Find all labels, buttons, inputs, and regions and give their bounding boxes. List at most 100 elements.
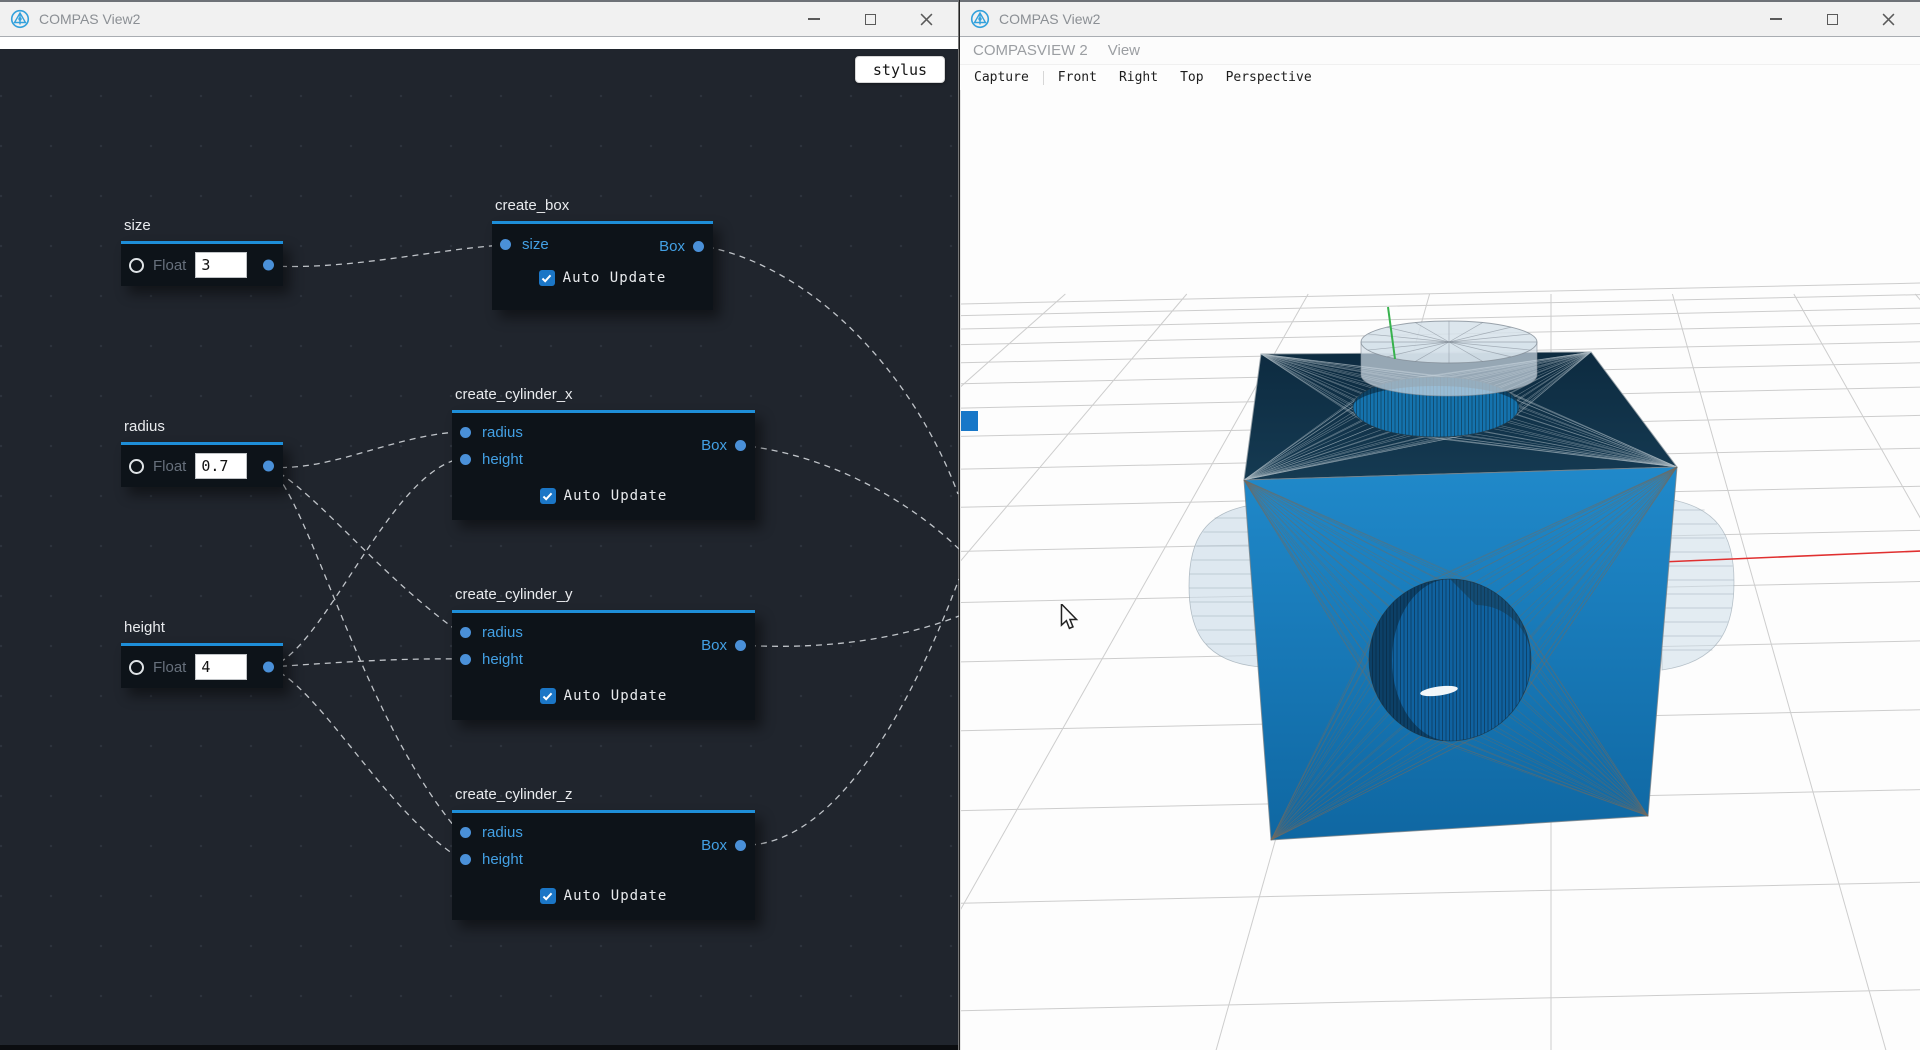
- viewport-corner-fragment: [961, 411, 978, 431]
- minimize-button[interactable]: [1748, 2, 1804, 36]
- node-title: create_cylinder_z: [455, 786, 755, 806]
- output-label: Box: [701, 837, 727, 854]
- port-type-label: Float: [153, 458, 186, 475]
- edge-cylx-out: [739, 445, 959, 549]
- auto-update-checkbox[interactable]: [540, 688, 556, 704]
- menu-view[interactable]: View: [1108, 42, 1140, 59]
- auto-update-label: Auto Update: [564, 688, 668, 704]
- desktop: COMPAS View2: [0, 0, 1920, 1050]
- window-node-editor: COMPAS View2: [0, 0, 959, 1050]
- input-label: height: [482, 451, 523, 468]
- minimize-icon: [1770, 18, 1782, 20]
- node-title: size: [124, 217, 283, 237]
- auto-update-checkbox[interactable]: [539, 270, 555, 286]
- port-type-label: Float: [153, 659, 186, 676]
- node-create-cylinder-x[interactable]: create_cylinder_x radius height Box: [452, 386, 755, 520]
- input-port[interactable]: [460, 627, 471, 638]
- editor-top-strip: [0, 37, 958, 49]
- edge-height-to-cylz: [270, 667, 459, 858]
- input-port[interactable]: [460, 654, 471, 665]
- maximize-button[interactable]: [842, 2, 898, 36]
- viewport-3d[interactable]: [960, 90, 1920, 1050]
- node-create-box[interactable]: create_box size Box Auto Update: [492, 197, 713, 310]
- value-input[interactable]: [195, 453, 247, 479]
- node-canvas[interactable]: stylus size Float radius Float: [0, 49, 958, 1050]
- input-label: height: [482, 651, 523, 668]
- edge-height-to-cylx: [270, 459, 459, 667]
- node-create-cylinder-z[interactable]: create_cylinder_z radius height Box: [452, 786, 755, 920]
- minimize-icon: [808, 18, 820, 20]
- node-title: height: [124, 619, 283, 639]
- check-icon: [541, 274, 552, 283]
- port-type-label: Float: [153, 257, 186, 274]
- input-label: size: [522, 236, 549, 253]
- toolbar-divider: [1043, 71, 1044, 85]
- auto-update-label: Auto Update: [563, 270, 667, 286]
- edge-cylz-out: [739, 579, 959, 845]
- input-port[interactable]: [460, 854, 471, 865]
- maximize-icon: [1827, 14, 1838, 25]
- output-port[interactable]: [735, 440, 746, 451]
- menu-compasview2[interactable]: COMPASVIEW 2: [973, 42, 1088, 59]
- edge-cyly-out: [739, 616, 959, 646]
- node-create-cylinder-y[interactable]: create_cylinder_y radius height Box: [452, 586, 755, 720]
- edge-height-to-cyly: [270, 659, 459, 667]
- close-icon: [1882, 13, 1895, 26]
- output-label: Box: [659, 238, 685, 255]
- maximize-button[interactable]: [1804, 2, 1860, 36]
- stylus-button[interactable]: stylus: [855, 56, 945, 83]
- input-port[interactable]: [129, 660, 144, 675]
- node-title: radius: [124, 418, 283, 438]
- auto-update-label: Auto Update: [564, 888, 668, 904]
- right-view-button[interactable]: Right: [1119, 70, 1158, 85]
- menubar: COMPASVIEW 2 View: [960, 37, 1920, 65]
- input-port[interactable]: [500, 239, 511, 250]
- input-port[interactable]: [460, 827, 471, 838]
- cylinder-z-top-cap: [1361, 321, 1537, 396]
- edge-radius-to-cylx: [270, 432, 459, 467]
- output-port[interactable]: [263, 662, 274, 673]
- input-port[interactable]: [129, 459, 144, 474]
- output-port[interactable]: [263, 260, 274, 271]
- output-port[interactable]: [735, 840, 746, 851]
- titlebar-right[interactable]: COMPAS View2: [960, 2, 1920, 37]
- maximize-icon: [865, 14, 876, 25]
- close-button[interactable]: [1860, 2, 1916, 36]
- view-toolbar: Capture Front Right Top Perspective: [960, 65, 1920, 91]
- value-input[interactable]: [195, 654, 247, 680]
- output-port[interactable]: [735, 640, 746, 651]
- compas-logo-icon: [10, 9, 30, 29]
- perspective-view-button[interactable]: Perspective: [1226, 70, 1312, 85]
- value-input[interactable]: [195, 252, 247, 278]
- window-3d-viewer: COMPAS View2 COMPASVIEW 2 View Capture F…: [960, 0, 1920, 1050]
- node-radius[interactable]: radius Float: [121, 418, 283, 487]
- output-port[interactable]: [693, 241, 704, 252]
- window-title: COMPAS View2: [999, 11, 1100, 27]
- front-view-button[interactable]: Front: [1058, 70, 1097, 85]
- input-port[interactable]: [460, 454, 471, 465]
- input-port[interactable]: [460, 427, 471, 438]
- minimize-button[interactable]: [786, 2, 842, 36]
- node-title: create_cylinder_x: [455, 386, 755, 406]
- auto-update-checkbox[interactable]: [540, 488, 556, 504]
- capture-button[interactable]: Capture: [974, 70, 1029, 85]
- close-button[interactable]: [898, 2, 954, 36]
- node-title: create_box: [495, 197, 713, 217]
- front-hole: [1369, 577, 1531, 743]
- close-icon: [920, 13, 933, 26]
- output-label: Box: [701, 637, 727, 654]
- edge-radius-to-cyly: [270, 467, 459, 632]
- edge-radius-to-cylz: [270, 467, 459, 832]
- input-port[interactable]: [129, 258, 144, 273]
- node-height[interactable]: height Float: [121, 619, 283, 688]
- check-icon: [542, 492, 553, 501]
- auto-update-checkbox[interactable]: [540, 888, 556, 904]
- input-label: height: [482, 851, 523, 868]
- compas-logo-icon: [970, 9, 990, 29]
- output-port[interactable]: [263, 461, 274, 472]
- node-size[interactable]: size Float: [121, 217, 283, 286]
- check-icon: [542, 692, 553, 701]
- top-view-button[interactable]: Top: [1180, 70, 1203, 85]
- edge-size-to-createbox: [270, 245, 503, 267]
- titlebar-left[interactable]: COMPAS View2: [0, 2, 958, 37]
